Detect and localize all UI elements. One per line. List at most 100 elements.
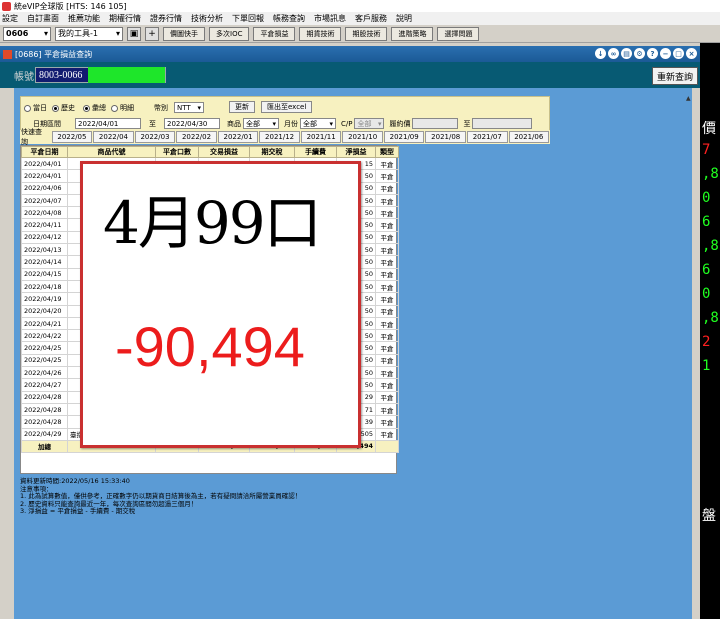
col-header-tax[interactable]: 期交稅 [249,146,295,158]
currency-group: 幣別 NTT ▾ [154,102,204,113]
close-icon[interactable]: × [686,48,697,59]
code-select[interactable]: 0606 ▾ [3,26,51,41]
toolbar-button-options-issue[interactable]: 選擇問題 [437,26,480,41]
overlay-net-value: -90,494 [115,315,305,378]
add-icon[interactable]: + [145,26,159,41]
quick-month-button[interactable]: 2021/06 [508,131,550,143]
account-number: 8003-0066 [39,69,83,81]
cell-type: 平倉 [375,353,399,368]
child-window-titlebar[interactable]: [0686] 平倉損益查詢 ↓ ∞ ▤ ⚙ ? − □ × [0,46,700,62]
radio-detail[interactable] [111,104,118,112]
cell-type: 平倉 [375,243,399,257]
quick-month-button[interactable]: 2022/02 [176,131,217,143]
scroll-up-icon[interactable]: ▲ [686,95,694,102]
radio-group-period: 當日 歷史 [24,103,75,113]
quick-month-button[interactable]: 2022/03 [134,131,176,143]
account-bar: 帳號 8003-0066 重新查詢 [0,62,700,88]
menu-item-custom-screen[interactable]: 自訂畫面 [27,13,59,24]
requery-button[interactable]: 重新查詢 [652,67,698,85]
overlay-title: 4月99口 [103,189,322,257]
menu-item-stock-quotes[interactable]: 證券行情 [150,13,182,24]
action-buttons: 更新 匯出至excel [229,101,313,113]
col-header-fee[interactable]: 手續費 [294,146,337,158]
currency-select[interactable]: NTT ▾ [174,102,204,113]
date-from-input[interactable]: 2022/04/01 [75,118,141,129]
window-icon [3,49,12,59]
vertical-scrollbar[interactable]: ▲ [686,95,694,619]
toolbar-button-multi-ioc[interactable]: 多次IOC [209,26,250,41]
minimize-icon[interactable]: − [660,48,671,59]
radio-today-label: 當日 [33,104,47,112]
pin-icon[interactable]: ↓ [595,48,606,59]
menu-item-futures-quotes[interactable]: 期權行情 [109,13,141,24]
toolbar-button-advanced-strategy[interactable]: 進階策略 [391,26,434,41]
quick-month-button[interactable]: 2022/05 [51,131,93,143]
radio-summary[interactable] [83,104,90,112]
cell-date: 2022/04/27 [21,378,68,392]
strike-label: 履約價 [389,119,411,128]
export-excel-button[interactable]: 匯出至excel [261,101,313,113]
notice-line-3: 3. 淨損益 = 平倉損益 - 手續費 - 期交稅 [20,507,136,515]
quick-month-button[interactable]: 2022/01 [217,131,259,143]
menu-item-customer-service[interactable]: 客戶服務 [355,13,387,24]
quick-month-button[interactable]: 2021/11 [300,131,342,143]
side-panel-value: 2 [702,334,711,350]
col-header-product[interactable]: 商品代號 [67,146,156,158]
menu-item-recommended[interactable]: 推薦功能 [68,13,100,24]
tools-select[interactable]: 我的工具-1 ▾ [55,26,123,41]
cell-date: 2022/04/28 [21,390,68,404]
cell-type: 平倉 [375,378,399,392]
strike-from-input[interactable] [412,118,459,129]
quick-month-button[interactable]: 2021/12 [259,131,300,143]
menu-item-account[interactable]: 帳務查詢 [273,13,305,24]
side-panel-value: 6 [702,262,711,278]
quick-month-button[interactable]: 2021/07 [466,131,508,143]
menu-item-orders[interactable]: 下單回報 [232,13,264,24]
col-header-date[interactable]: 平倉日期 [21,146,68,158]
cell-date: 2022/04/13 [21,243,68,257]
menu-item-settings[interactable]: 設定 [2,13,18,24]
quick-month-button[interactable]: 2021/09 [383,131,425,143]
toolbar-button-close-pnl[interactable]: 平倉損益 [253,26,296,41]
strike-to-input[interactable] [472,118,533,129]
toolbar-button-stock-futures-tech[interactable]: 期股技術 [345,26,388,41]
side-panel-value: 價 [702,121,716,137]
radio-history[interactable] [52,104,59,112]
help-icon[interactable]: ? [647,48,658,59]
month-select[interactable]: 全部 ▾ [300,118,336,129]
maximize-icon[interactable]: □ [673,48,684,59]
quick-month-button[interactable]: 2021/10 [342,131,383,143]
col-header-type[interactable]: 類型 [375,146,399,158]
product-select[interactable]: 全部 ▾ [243,118,279,129]
chevron-down-icon: ▾ [43,29,48,38]
cell-date: 2022/04/28 [21,415,68,429]
col-header-net-pnl[interactable]: 淨損益 [336,146,376,158]
col-header-trade-pnl[interactable]: 交易損益 [198,146,250,158]
quick-month-button[interactable]: 2022/04 [93,131,134,143]
menu-item-help[interactable]: 說明 [396,13,412,24]
code-select-value: 0606 [6,29,29,38]
radio-summary-label: 彙總 [92,104,106,112]
account-select[interactable]: 8003-0066 [35,67,166,83]
update-button[interactable]: 更新 [229,101,255,113]
quick-query-label: 快速查詢 [21,128,42,146]
month-value: 全部 [303,119,317,128]
side-panel-value: 盤 [702,508,716,524]
notes-section: 資料更新時間:2022/05/16 15:33:40 注意事項： 1. 此為試算… [20,477,301,516]
menu-item-market-info[interactable]: 市場訊息 [314,13,346,24]
cp-select[interactable]: 全部 ▾ [354,118,385,129]
toolbar-button-futures-tech[interactable]: 期貨技術 [299,26,342,41]
link-icon[interactable]: ∞ [608,48,619,59]
date-to-input[interactable]: 2022/04/30 [164,118,220,129]
radio-today[interactable] [24,104,31,112]
settings-icon[interactable]: ⚙ [634,48,645,59]
table-header-row: 平倉日期 商品代號 平倉口數 交易損益 期交稅 手續費 淨損益 類型 [21,146,399,158]
total-type [375,439,399,454]
window-layout-icon[interactable]: ▣ [127,26,141,41]
quick-month-button[interactable]: 2021/08 [425,131,466,143]
col-header-qty[interactable]: 平倉口數 [155,146,199,158]
toolbar-button-quick-chart[interactable]: 價圖快手 [163,26,205,41]
print-icon[interactable]: ▤ [621,48,632,59]
menu-item-technical[interactable]: 技術分析 [191,13,223,24]
side-panel-value: 1 [702,358,711,374]
